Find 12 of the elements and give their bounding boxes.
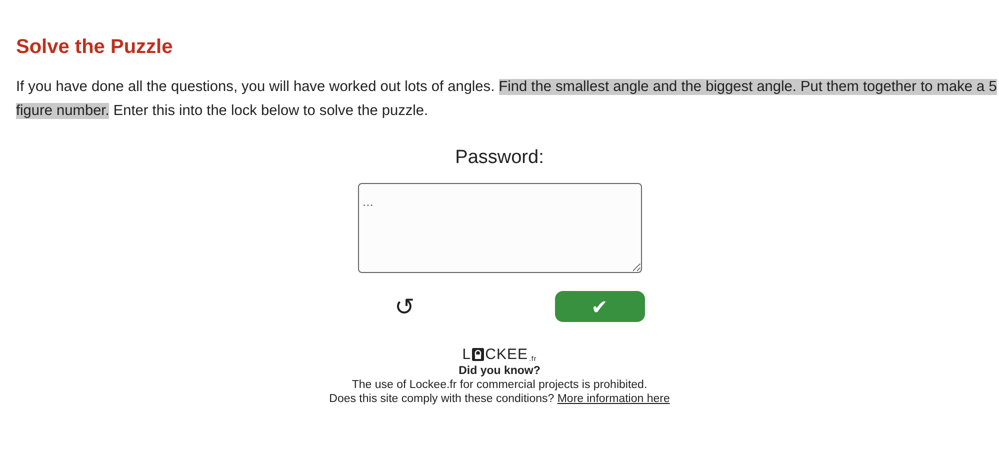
reset-button[interactable]: ↺ bbox=[394, 292, 415, 320]
notice-heading: Did you know? bbox=[458, 365, 540, 377]
more-info-link[interactable]: More information here bbox=[557, 393, 670, 405]
notice-text: The use of Lockee.fr for commercial projects is prohibited. bbox=[352, 379, 648, 391]
logo-text: L bbox=[462, 346, 472, 363]
notice-question: Does this site comply with these conditions? bbox=[329, 393, 554, 405]
logo-text: CKEE bbox=[485, 346, 528, 363]
password-label: Password: bbox=[455, 147, 544, 169]
password-field[interactable]: ... bbox=[358, 183, 642, 273]
page-title: Solve the Puzzle bbox=[16, 36, 174, 59]
instructions-paragraph: If you have done all the questions, you will have worked out lots of angles. Find the smallest angle and the biggest angle. Put them together to make a 5 figure number. Enter this into the lock below to solve the puzzle. bbox=[16, 78, 998, 121]
submit-button[interactable]: ✔ bbox=[554, 291, 644, 322]
